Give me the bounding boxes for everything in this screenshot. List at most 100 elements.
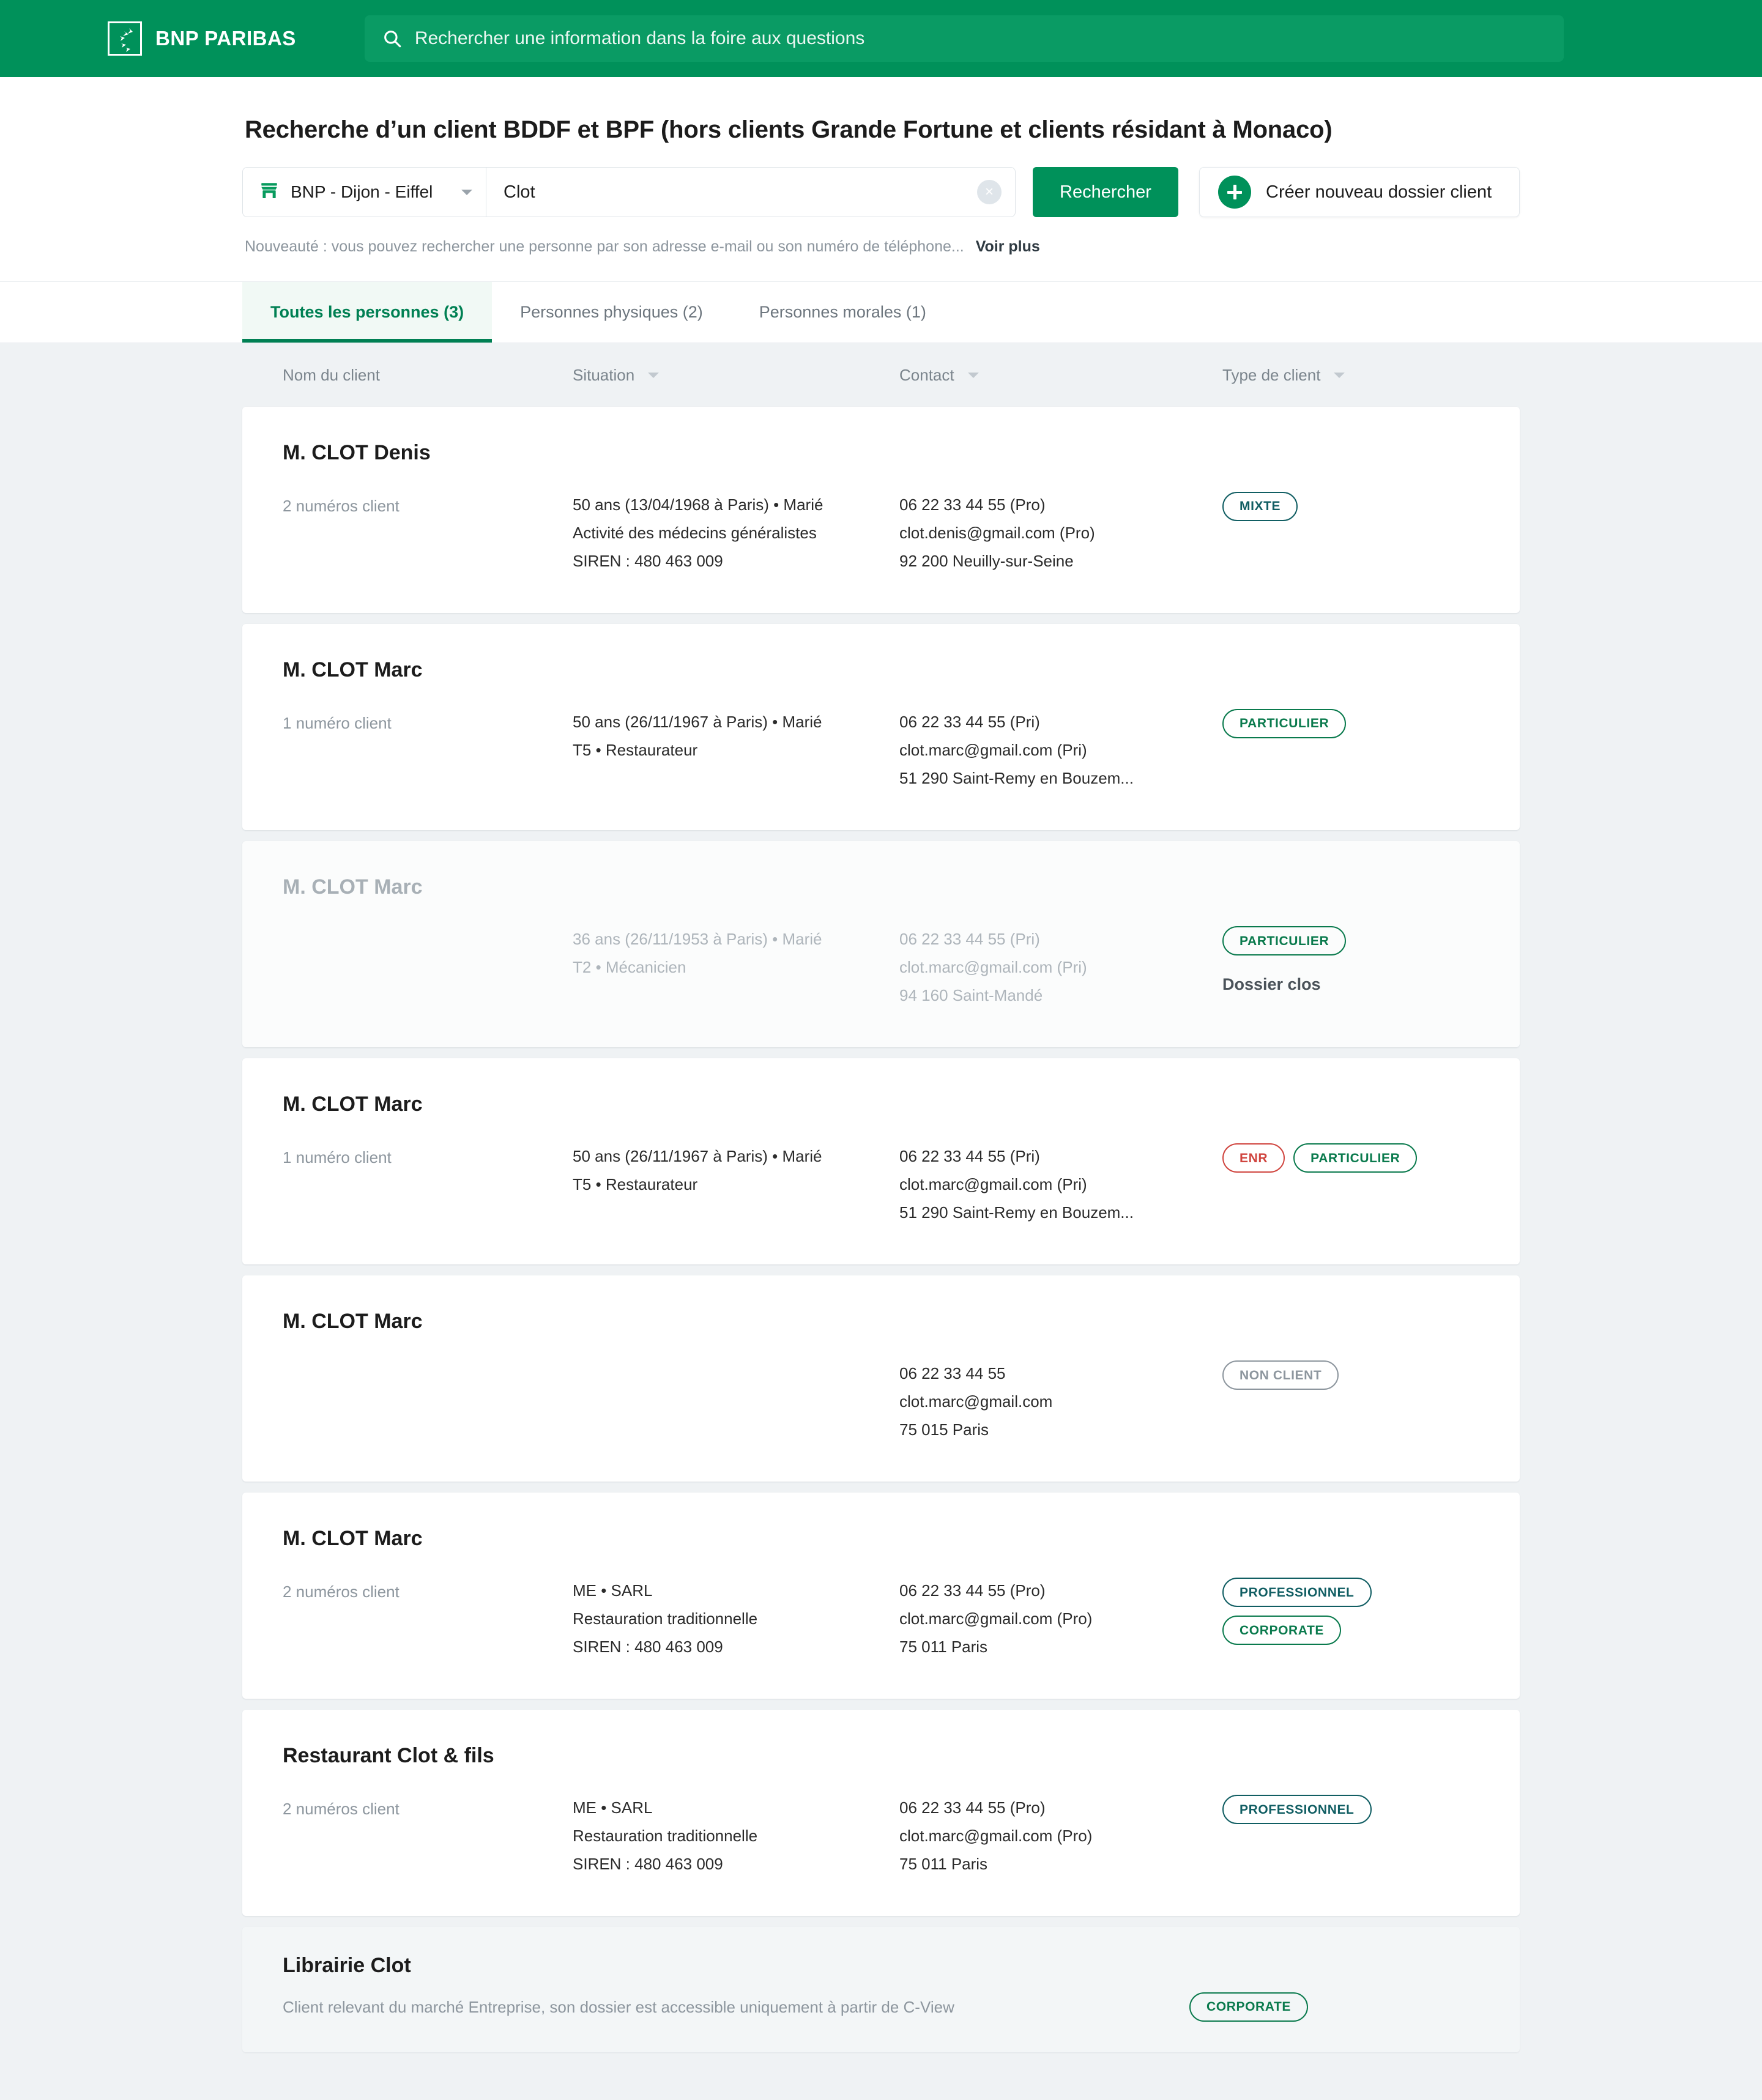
agency-label: BNP - Dijon - Eiffel xyxy=(291,182,433,201)
column-header-label: Nom du client xyxy=(283,365,380,384)
client-type-badges: ENR PARTICULIER xyxy=(1222,1143,1479,1173)
client-search-input[interactable] xyxy=(504,182,977,202)
client-type-badges: NON CLIENT xyxy=(1222,1360,1479,1390)
client-contact-line: 51 290 Saint-Remy en Bouzem... xyxy=(899,769,1134,788)
client-type-badges: PARTICULIER xyxy=(1222,709,1479,739)
client-situation-line: SIREN : 480 463 009 xyxy=(573,552,723,571)
result-card[interactable]: M. CLOT Denis 2 numéros client 50 ans (13/… xyxy=(242,407,1520,614)
client-situation-line: ME • SARL xyxy=(573,1798,653,1817)
client-contact-line: 75 015 Paris xyxy=(899,1420,989,1439)
client-situation-line: 50 ans (26/11/1967 à Paris) • Marié xyxy=(573,1147,822,1166)
client-type: PARTICULIER Dossier clos xyxy=(1222,925,1479,1000)
top-navigation-bar: BNP PARIBAS xyxy=(0,0,1762,77)
client-type-badges: MIXTE xyxy=(1222,492,1479,521)
tab-1[interactable]: Personnes physiques (2) xyxy=(492,282,731,343)
client-situation: ME • SARL Restauration traditionnelle SIRE… xyxy=(573,1576,899,1661)
client-numbers: 1 numéro client xyxy=(283,1148,392,1167)
client-name: M. CLOT Marc xyxy=(283,875,423,899)
result-card-corporate[interactable]: Librairie Clot Client relevant du marché … xyxy=(242,1927,1520,2053)
client-situation-line: 50 ans (26/11/1967 à Paris) • Marié xyxy=(573,713,822,732)
search-form: BNP - Dijon - Eiffel × Rechercher Créer … xyxy=(242,167,1520,217)
status-badge: PROFESSIONNEL xyxy=(1222,1795,1372,1825)
client-situation: 50 ans (13/04/1968 à Paris) • Marié Activ… xyxy=(573,491,899,575)
client-type-badges: CORPORATE xyxy=(1112,1992,1479,2022)
status-badge: MIXTE xyxy=(1222,492,1298,521)
sort-chevron-down-icon[interactable] xyxy=(967,372,979,378)
result-card[interactable]: M. CLOT Marc 2 numéros client ME • SARL Res… xyxy=(242,1493,1520,1699)
client-contact-line: 51 290 Saint-Remy en Bouzem... xyxy=(899,1203,1134,1222)
client-type: PROFESSIONNEL CORPORATE xyxy=(1222,1576,1479,1645)
column-header-3[interactable]: Type de client xyxy=(1222,366,1520,385)
result-card[interactable]: Restaurant Clot & fils 2 numéros client ME… xyxy=(242,1710,1520,1916)
client-contact: 06 22 33 44 55 clot.marc@gmail.com 75 015 … xyxy=(899,1359,1222,1444)
agency-selector[interactable]: BNP - Dijon - Eiffel xyxy=(242,167,486,217)
client-contact-line: 06 22 33 44 55 (Pro) xyxy=(899,495,1046,514)
result-card[interactable]: M. CLOT Marc 06 22 33 44 55 clot.marc@gmai… xyxy=(242,1275,1520,1482)
client-contact: 06 22 33 44 55 (Pri) clot.marc@gmail.com … xyxy=(899,925,1222,1009)
client-contact-line: clot.marc@gmail.com (Pri) xyxy=(899,958,1087,977)
result-card[interactable]: M. CLOT Marc 1 numéro client 50 ans (26/11… xyxy=(242,624,1520,831)
column-header-label: Situation xyxy=(573,365,635,384)
chevron-down-icon[interactable] xyxy=(461,189,472,195)
client-situation: 50 ans (26/11/1967 à Paris) • Marié T5 • … xyxy=(573,708,899,764)
closed-file-note: Dossier clos xyxy=(1222,975,1321,994)
create-client-file-button[interactable]: Créer nouveau dossier client xyxy=(1199,167,1520,217)
client-name: M. CLOT Marc xyxy=(283,1310,423,1334)
client-situation-line: SIREN : 480 463 009 xyxy=(573,1855,723,1874)
results-area: Nom du client Situation Contact Type de cli… xyxy=(0,343,1762,2100)
client-contact-line: clot.marc@gmail.com (Pri) xyxy=(899,1175,1087,1194)
client-numbers: 2 numéros client xyxy=(283,1582,400,1601)
results-list: M. CLOT Denis 2 numéros client 50 ans (13/… xyxy=(242,407,1520,2053)
sort-chevron-down-icon[interactable] xyxy=(648,372,660,378)
client-type: NON CLIENT xyxy=(1222,1359,1479,1390)
client-numbers: 2 numéros client xyxy=(283,497,400,515)
client-name: M. CLOT Marc xyxy=(283,658,423,682)
status-badge: NON CLIENT xyxy=(1222,1360,1339,1390)
client-numbers: 1 numéro client xyxy=(283,714,392,733)
result-card[interactable]: M. CLOT Marc 1 numéro client 50 ans (26/11… xyxy=(242,1058,1520,1265)
client-numbers xyxy=(283,1359,573,1360)
client-name: M. CLOT Denis xyxy=(283,441,431,464)
search-hint: Nouveauté : vous pouvez rechercher une p… xyxy=(242,238,1520,281)
result-card[interactable]: M. CLOT Marc 36 ans (26/11/1953 à Paris) … xyxy=(242,841,1520,1048)
create-client-file-label: Créer nouveau dossier client xyxy=(1266,182,1492,202)
faq-search-box[interactable] xyxy=(364,15,1564,62)
column-header-1[interactable]: Situation xyxy=(573,366,899,385)
status-badge: CORPORATE xyxy=(1189,1992,1309,2022)
client-situation-line: SIREN : 480 463 009 xyxy=(573,1638,723,1657)
brand-name: BNP PARIBAS xyxy=(155,27,296,50)
plus-circle-icon xyxy=(1218,176,1251,209)
client-contact: 06 22 33 44 55 (Pro) clot.marc@gmail.com … xyxy=(899,1576,1222,1661)
client-contact-line: 92 200 Neuilly-sur-Seine xyxy=(899,552,1074,571)
client-situation: ME • SARL Restauration traditionnelle SIRE… xyxy=(573,1794,899,1878)
tab-2[interactable]: Personnes morales (1) xyxy=(731,282,954,343)
client-search-field[interactable]: × xyxy=(486,167,1016,217)
tab-0[interactable]: Toutes les personnes (3) xyxy=(242,282,493,343)
client-contact-line: 75 011 Paris xyxy=(899,1638,988,1657)
client-situation-line: Activité des médecins généralistes xyxy=(573,524,817,543)
client-contact: 06 22 33 44 55 (Pri) clot.marc@gmail.com … xyxy=(899,1142,1222,1226)
brand-logo[interactable]: BNP PARIBAS xyxy=(108,21,296,56)
sort-chevron-down-icon[interactable] xyxy=(1334,372,1345,378)
client-search-panel: Recherche d’un client BDDF et BPF (hors … xyxy=(0,77,1762,282)
client-name: Restaurant Clot & fils xyxy=(283,1744,494,1768)
faq-search-input[interactable] xyxy=(414,28,1547,49)
status-badge: PARTICULIER xyxy=(1293,1143,1418,1173)
clear-search-button[interactable]: × xyxy=(977,180,1002,204)
client-situation-line: T5 • Restaurateur xyxy=(573,1175,698,1194)
client-type: ENR PARTICULIER xyxy=(1222,1142,1479,1173)
search-button[interactable]: Rechercher xyxy=(1033,167,1178,217)
client-situation-line: ME • SARL xyxy=(573,1581,653,1600)
client-situation-line: 36 ans (26/11/1953 à Paris) • Marié xyxy=(573,930,822,949)
see-more-link[interactable]: Voir plus xyxy=(976,238,1040,255)
client-contact-line: clot.marc@gmail.com (Pri) xyxy=(899,741,1087,760)
client-situation: 50 ans (26/11/1967 à Paris) • Marié T5 • … xyxy=(573,1142,899,1198)
client-name: M. CLOT Marc xyxy=(283,1527,423,1551)
client-contact-line: 06 22 33 44 55 (Pri) xyxy=(899,1147,1040,1166)
client-type: PROFESSIONNEL xyxy=(1222,1794,1479,1825)
column-header-2[interactable]: Contact xyxy=(899,366,1222,385)
client-situation-line: T2 • Mécanicien xyxy=(573,958,686,977)
client-contact-line: clot.marc@gmail.com (Pro) xyxy=(899,1827,1093,1846)
results-tabs: Toutes les personnes (3) Personnes physiq… xyxy=(242,282,1520,343)
status-badge: PARTICULIER xyxy=(1222,709,1347,739)
